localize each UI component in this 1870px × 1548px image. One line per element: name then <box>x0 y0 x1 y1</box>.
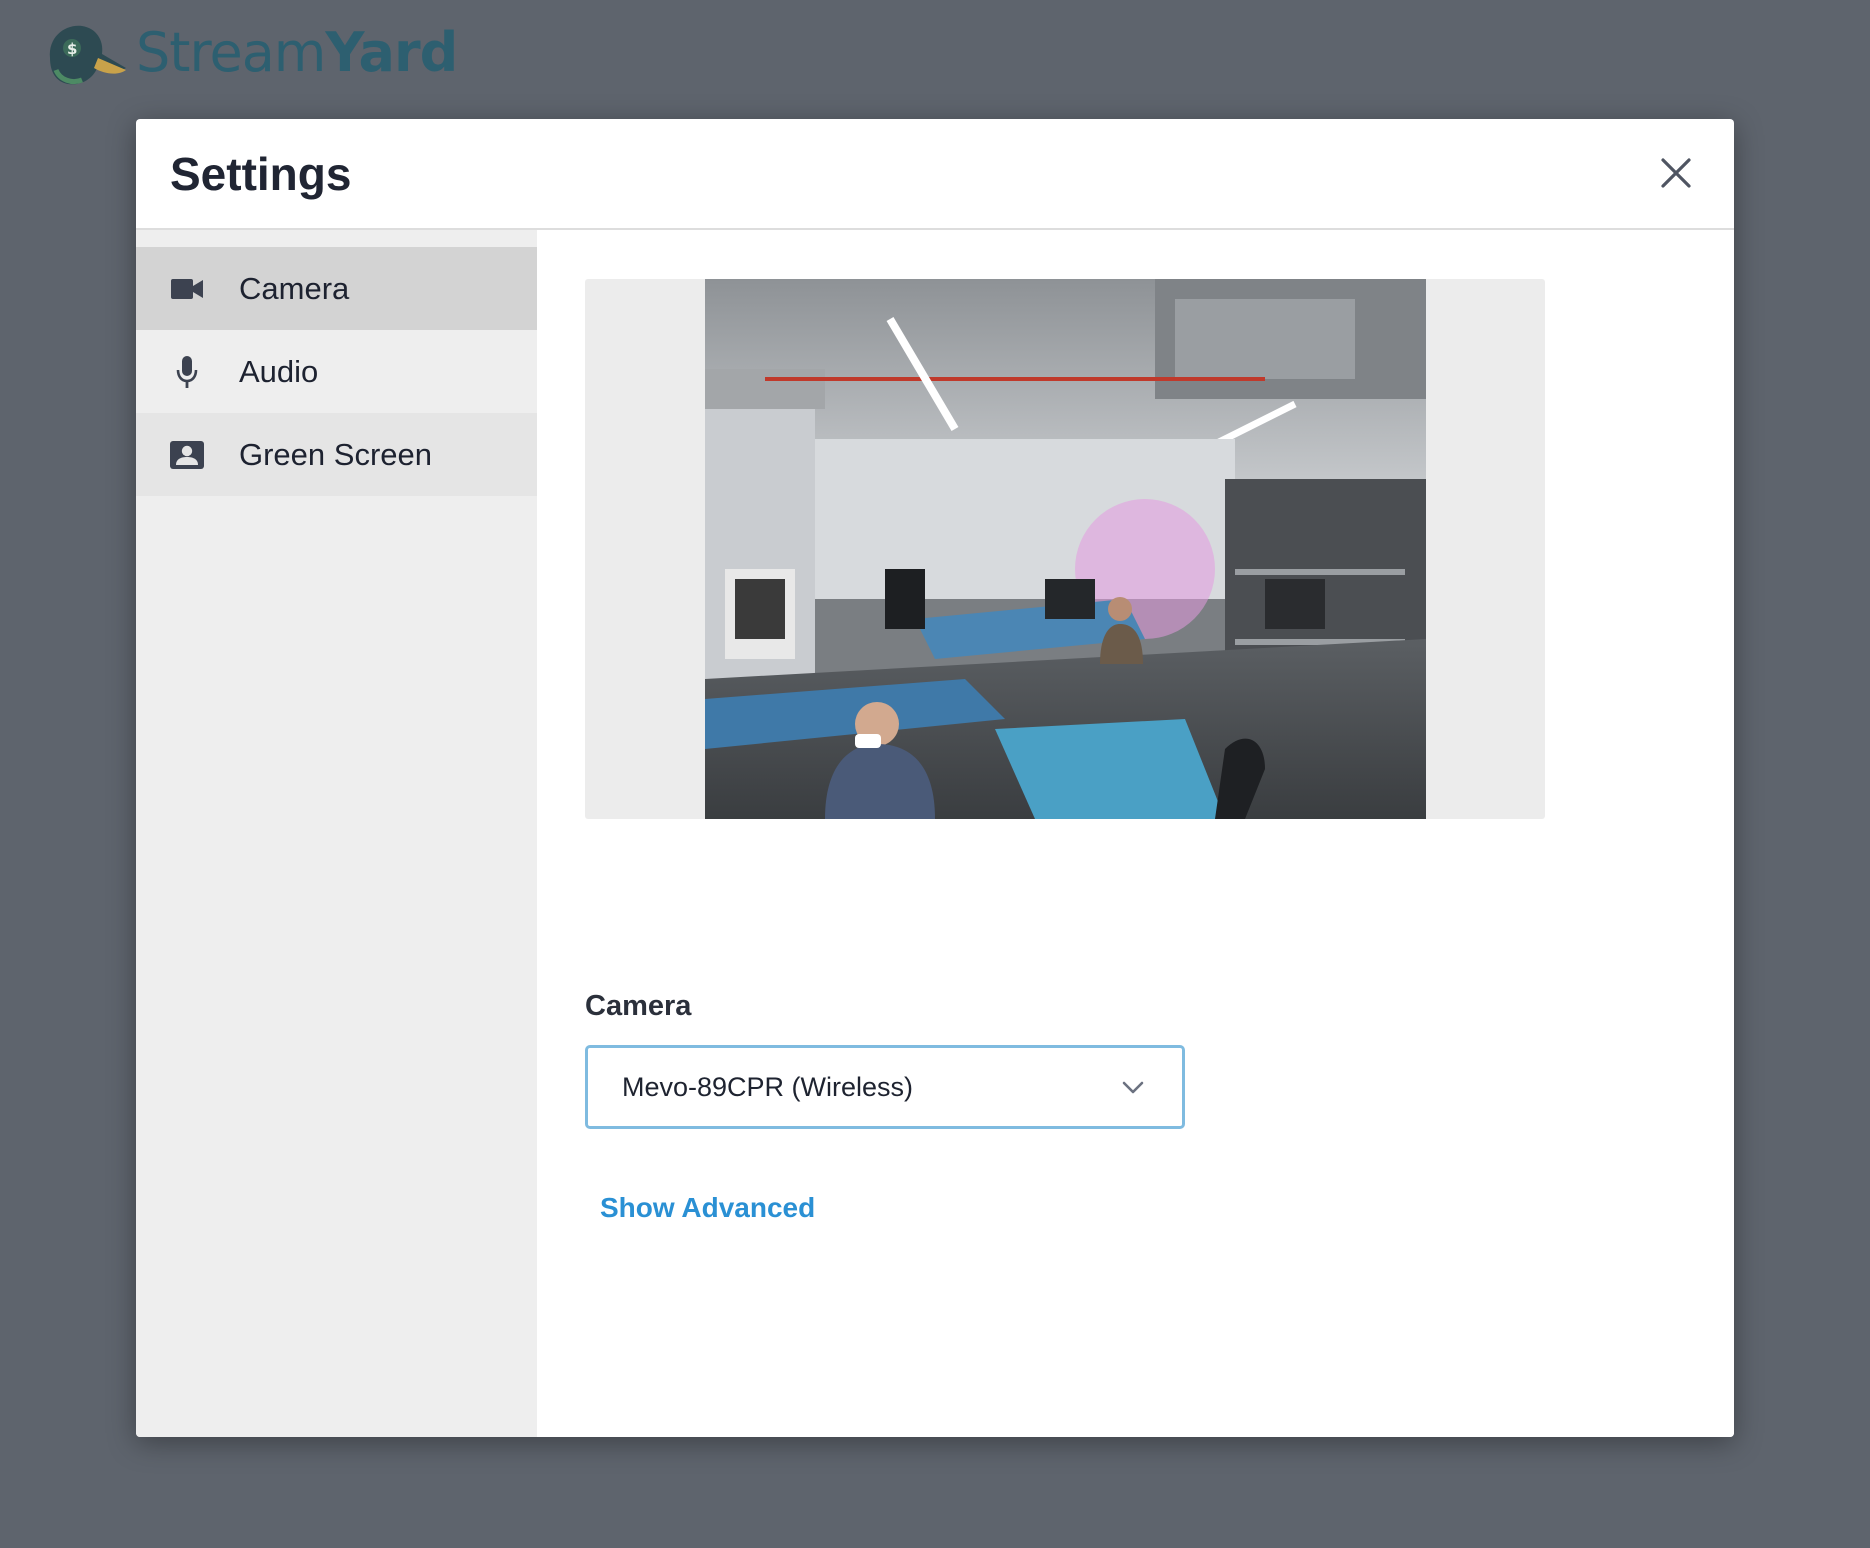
brand-wordmark: StreamYard <box>136 26 458 80</box>
duck-logo-icon: $ <box>49 25 126 85</box>
sidebar-item-camera[interactable]: Camera <box>136 247 537 330</box>
portrait-card-icon <box>169 437 205 473</box>
sidebar-item-green-screen[interactable]: Green Screen <box>136 413 537 496</box>
modal-title: Settings <box>170 148 352 200</box>
camera-select-value: Mevo-89CPR (Wireless) <box>622 1071 914 1102</box>
camera-field-label: Camera <box>585 990 692 1022</box>
settings-content: Camera Mevo-89CPR (Wireless) Show Advanc… <box>537 230 1734 1437</box>
video-camera-icon <box>169 271 205 307</box>
sidebar-item-label: Green Screen <box>239 436 432 472</box>
settings-modal: Settings Camera Audio Green Screen Camer… <box>136 119 1734 1437</box>
microphone-icon <box>169 354 205 390</box>
settings-sidebar: Camera Audio Green Screen <box>136 230 537 1437</box>
sidebar-item-label: Camera <box>239 270 350 306</box>
sidebar-item-audio[interactable]: Audio <box>136 330 537 413</box>
modal-header: Settings <box>136 119 1734 230</box>
brand-name-bold: Yard <box>325 21 458 84</box>
camera-preview <box>585 279 1545 819</box>
camera-preview-video <box>705 279 1426 819</box>
svg-text:$: $ <box>67 40 77 58</box>
sidebar-item-label: Audio <box>239 353 319 389</box>
show-advanced-link[interactable]: Show Advanced <box>600 1192 815 1224</box>
brand-name-light: Stream <box>136 21 326 84</box>
close-button[interactable] <box>1648 145 1704 201</box>
close-icon <box>1661 158 1691 188</box>
chevron-down-icon <box>1122 1081 1144 1094</box>
streamyard-brand: $ StreamYard <box>42 18 458 88</box>
camera-select[interactable]: Mevo-89CPR (Wireless) <box>585 1045 1185 1129</box>
